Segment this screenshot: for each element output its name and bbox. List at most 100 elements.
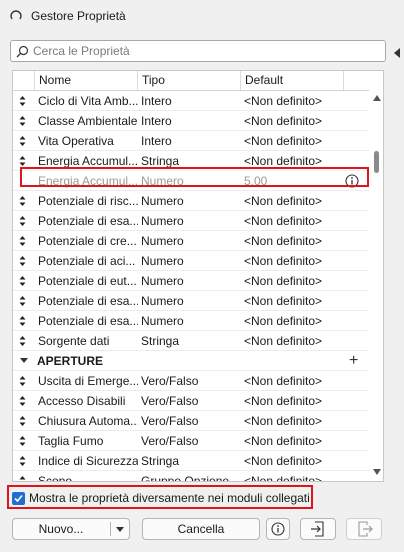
chevron-down-icon[interactable] xyxy=(116,527,124,532)
cell-default: <Non definito> xyxy=(244,134,323,148)
cell-type: Numero xyxy=(141,214,184,228)
info-icon[interactable] xyxy=(345,174,359,188)
cell-name: Classe Ambientale xyxy=(38,114,138,128)
cell-name: Potenziale di esa... xyxy=(38,314,138,328)
title-bar: Gestore Proprietà xyxy=(0,0,404,32)
collapse-panel-icon[interactable] xyxy=(394,48,400,58)
drag-handle-icon[interactable] xyxy=(19,255,26,267)
expand-triangle-icon[interactable] xyxy=(20,358,28,363)
scroll-thumb[interactable] xyxy=(374,151,379,173)
cell-type: Numero xyxy=(141,314,184,328)
table-row[interactable]: Potenziale di eut... Numero <Non definito> xyxy=(13,271,369,291)
table-row[interactable]: Potenziale di esa... Numero <Non definito> xyxy=(13,291,369,311)
drag-handle-icon[interactable] xyxy=(19,375,26,387)
new-button-separator xyxy=(110,522,111,536)
scroll-down-icon[interactable] xyxy=(373,469,381,475)
drag-handle-icon[interactable] xyxy=(19,415,26,427)
checkmark-icon xyxy=(14,494,23,502)
drag-handle-icon[interactable] xyxy=(19,215,26,227)
cell-default: <Non definito> xyxy=(244,414,323,428)
cell-name: Vita Operativa xyxy=(38,134,114,148)
drag-handle-icon[interactable] xyxy=(19,475,26,481)
group-row[interactable]: APERTURE + xyxy=(13,351,369,371)
show-linked-checkbox[interactable] xyxy=(12,491,25,505)
table-row[interactable]: Taglia Fumo Vero/Falso <Non definito> xyxy=(13,431,369,451)
cell-name: Indice di Sicurezza xyxy=(38,454,138,468)
add-icon[interactable]: + xyxy=(349,352,358,370)
drag-handle-icon[interactable] xyxy=(19,95,26,107)
window-title: Gestore Proprietà xyxy=(31,9,126,23)
header-type[interactable]: Tipo xyxy=(138,71,241,90)
drag-handle-icon[interactable] xyxy=(19,275,26,287)
table-row[interactable]: Energia Accumul... Numero 5,00 xyxy=(13,171,369,191)
cell-type: Gruppo Opzione xyxy=(141,474,230,482)
cell-name: Sorgente dati xyxy=(38,334,110,348)
loading-icon xyxy=(10,10,22,20)
drag-handle-icon[interactable] xyxy=(19,435,26,447)
show-linked-checkbox-row[interactable]: Mostra le proprietà diversamente nei mod… xyxy=(12,490,310,506)
table-row[interactable]: Energia Accumul... Stringa <Non definito> xyxy=(13,151,369,171)
table-row[interactable]: Potenziale di esa... Numero <Non definito> xyxy=(13,311,369,331)
table-row[interactable]: Scopo Gruppo Opzione <Non definito> xyxy=(13,471,369,482)
cell-name: Potenziale di esa... xyxy=(38,214,138,228)
new-button[interactable]: Nuovo... xyxy=(12,518,130,540)
cell-default: <Non definito> xyxy=(244,234,323,248)
cell-name: Potenziale di eut... xyxy=(38,274,137,288)
drag-handle-icon[interactable] xyxy=(19,335,26,347)
cancel-button[interactable]: Cancella xyxy=(142,518,260,540)
cell-default: <Non definito> xyxy=(244,334,323,348)
cell-default: <Non definito> xyxy=(244,474,323,482)
table-row[interactable]: Potenziale di risc... Numero <Non definito… xyxy=(13,191,369,211)
table-row[interactable]: Potenziale di aci... Numero <Non definito> xyxy=(13,251,369,271)
drag-handle-icon[interactable] xyxy=(19,235,26,247)
table-row[interactable]: Potenziale di esa... Numero <Non definito> xyxy=(13,211,369,231)
table-row[interactable]: Ciclo di Vita Amb... Intero <Non definito> xyxy=(13,91,369,111)
drag-handle-icon[interactable] xyxy=(19,455,26,467)
header-default[interactable]: Default xyxy=(241,71,344,90)
table-row[interactable]: Chiusura Automa... Vero/Falso <Non definit… xyxy=(13,411,369,431)
cell-default: <Non definito> xyxy=(244,114,323,128)
cell-type: Numero xyxy=(141,194,184,208)
cell-name: Scopo xyxy=(38,474,73,482)
drag-handle-icon[interactable] xyxy=(19,295,26,307)
table-row[interactable]: Classe Ambientale Intero <Non definito> xyxy=(13,111,369,131)
group-label: APERTURE xyxy=(37,354,104,368)
cell-type: Vero/Falso xyxy=(141,394,199,408)
cell-default: <Non definito> xyxy=(244,454,323,468)
cell-name: Chiusura Automa... xyxy=(38,414,138,428)
drag-handle-icon[interactable] xyxy=(19,395,26,407)
drag-handle-icon[interactable] xyxy=(19,315,26,327)
header-name[interactable]: Nome xyxy=(35,71,138,90)
table-row[interactable]: Potenziale di cre... Numero <Non definito> xyxy=(13,231,369,251)
cell-name: Accesso Disabili xyxy=(38,394,126,408)
cell-type: Vero/Falso xyxy=(141,414,199,428)
cell-name: Potenziale di esa... xyxy=(38,294,138,308)
import-button[interactable] xyxy=(300,518,336,540)
cell-name: Taglia Fumo xyxy=(38,434,104,448)
table-row[interactable]: Vita Operativa Intero <Non definito> xyxy=(13,131,369,151)
vertical-scrollbar[interactable] xyxy=(371,91,383,481)
new-button-label: Nuovo... xyxy=(38,522,84,536)
cell-name: Energia Accumul... xyxy=(38,174,138,188)
scroll-up-icon[interactable] xyxy=(373,95,381,101)
cell-type: Intero xyxy=(141,94,172,108)
drag-handle-icon[interactable] xyxy=(19,115,26,127)
cell-type: Intero xyxy=(141,114,172,128)
export-button[interactable] xyxy=(346,518,382,540)
cell-default: <Non definito> xyxy=(244,254,323,268)
search-input[interactable] xyxy=(33,42,381,60)
export-icon xyxy=(358,521,373,537)
table-row[interactable]: Accesso Disabili Vero/Falso <Non definito> xyxy=(13,391,369,411)
info-button[interactable] xyxy=(266,518,290,540)
cell-default: <Non definito> xyxy=(244,154,323,168)
table-row[interactable]: Uscita di Emerge... Vero/Falso <Non defini… xyxy=(13,371,369,391)
cell-type: Stringa xyxy=(141,334,180,348)
drag-handle-icon[interactable] xyxy=(19,135,26,147)
table-row[interactable]: Indice di Sicurezza Stringa <Non definito> xyxy=(13,451,369,471)
table-row[interactable]: Sorgente dati Stringa <Non definito> xyxy=(13,331,369,351)
drag-handle-icon[interactable] xyxy=(19,195,26,207)
search-box[interactable] xyxy=(10,40,386,62)
cell-type: Numero xyxy=(141,174,184,188)
drag-handle-icon[interactable] xyxy=(19,155,26,167)
cell-default: <Non definito> xyxy=(244,274,323,288)
